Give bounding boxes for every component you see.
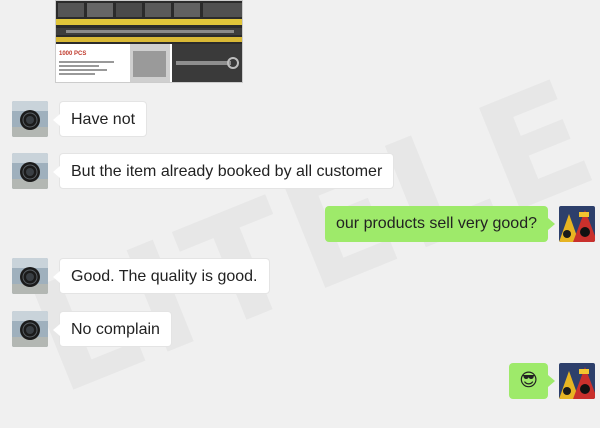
message-bubble-outgoing: our products sell very good? [325, 206, 555, 242]
user-avatar-icon [559, 206, 595, 242]
contact-avatar-icon [12, 101, 48, 137]
user-avatar-icon [559, 363, 595, 399]
user-avatar[interactable] [559, 363, 595, 399]
contact-avatar[interactable] [12, 258, 48, 294]
message-bubble-outgoing-emoji: 😎 [509, 363, 555, 399]
message-bubble-incoming: But the item already booked by all custo… [52, 153, 395, 189]
product-image[interactable]: 1000 PCS [55, 0, 243, 83]
message-bubble-incoming: No complain [53, 311, 172, 347]
product-photo-icon [56, 1, 242, 82]
user-avatar[interactable] [559, 206, 595, 242]
sunglasses-emoji-icon: 😎 [519, 370, 538, 391]
contact-avatar-icon [12, 311, 48, 347]
contact-avatar-icon [12, 258, 48, 294]
contact-avatar[interactable] [12, 311, 48, 347]
contact-avatar[interactable] [12, 101, 48, 137]
message-bubble-incoming: Have not [52, 101, 148, 137]
message-bubble-incoming: Good. The quality is good. [53, 258, 270, 294]
product-label: 1000 PCS [59, 51, 87, 57]
contact-avatar-icon [12, 153, 48, 189]
contact-avatar[interactable] [12, 153, 48, 189]
